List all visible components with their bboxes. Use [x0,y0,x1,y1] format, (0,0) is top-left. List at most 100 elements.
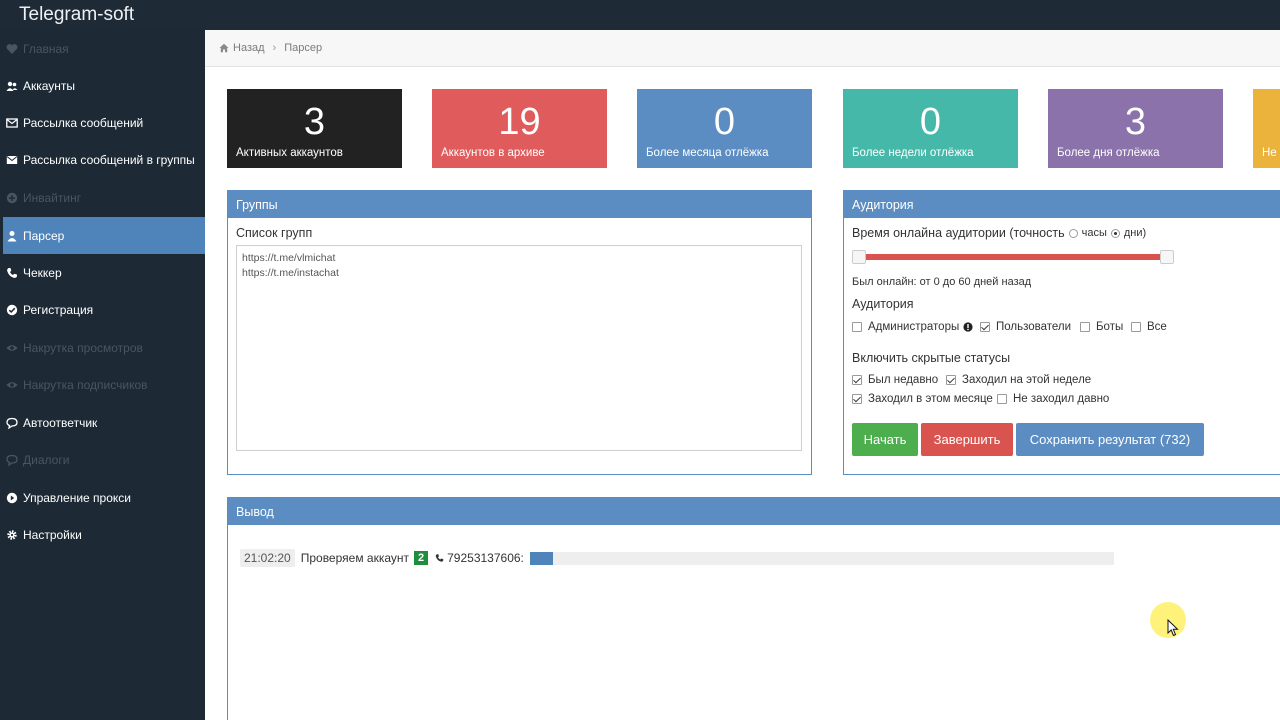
checkbox[interactable] [997,394,1007,404]
comment-icon [6,454,18,466]
checkbox[interactable] [980,322,990,332]
sidebar-item-messaging[interactable]: Рассылка сообщений [3,104,205,141]
stat-label: Не [1262,147,1277,159]
check-label: Заходил в этом месяце [868,393,993,405]
sidebar-item-group-messaging[interactable]: Рассылка сообщений в группы [3,141,205,178]
check-long-ago[interactable]: Не заходил давно [997,393,1109,405]
sidebar-item-accounts[interactable]: Аккаунты [3,67,205,104]
checkbox[interactable] [852,375,862,385]
stat-partial[interactable]: Не [1253,89,1280,168]
check-this-week[interactable]: Заходил на этой неделе [946,374,1091,386]
top-bar: Telegram-soft [0,0,1280,30]
stat-value: 0 [713,101,736,143]
check-label: Администраторы [868,321,960,333]
sidebar-item-subscribers[interactable]: Накрутка подписчиков [3,366,205,403]
sidebar-item-label: Главная [23,41,69,56]
sidebar-item-views[interactable]: Накрутка просмотров [3,329,205,366]
breadcrumb-separator: › [272,42,277,54]
panel-title: Группы [228,191,811,218]
breadcrumb: Назад › Парсер [205,30,1280,67]
log-timestamp: 21:02:20 [240,549,295,567]
mouse-cursor-icon [1167,619,1179,637]
app-title[interactable]: Telegram-soft [19,4,134,26]
user-icon [6,230,18,242]
progress-bar [530,552,1114,565]
sidebar-item-label: Управление прокси [23,490,131,505]
checkbox[interactable] [852,322,862,332]
check-circle-icon [6,304,18,316]
sidebar-item-settings[interactable]: Настройки [3,516,205,553]
sidebar-item-proxy[interactable]: Управление прокси [3,479,205,516]
sidebar-item-checker[interactable]: Чеккер [3,254,205,291]
log-message: Проверяем аккаунт [300,551,409,565]
stat-archived-accounts[interactable]: 19 Аккаунтов в архиве [432,89,607,168]
check-label: Боты [1096,321,1124,333]
stat-month-rest[interactable]: 0 Более месяца отлёжка [637,89,812,168]
check-recently[interactable]: Был недавно [852,374,938,386]
stat-label: Более недели отлёжка [852,147,974,159]
phone-icon [435,554,444,562]
panel-title: Аудитория [844,191,1280,218]
check-label: Не заходил давно [1013,393,1110,405]
sidebar-item-autoresponder[interactable]: Автоответчик [3,404,205,441]
users-icon [6,80,18,92]
radio-days[interactable] [1110,228,1120,238]
stop-button[interactable]: Завершить [921,423,1013,456]
eye-icon [6,379,18,391]
check-users[interactable]: Пользователи [980,321,1071,333]
check-this-month[interactable]: Заходил в этом месяце [852,393,993,405]
sidebar-item-parser[interactable]: Парсер [3,217,205,254]
check-bots[interactable]: Боты [1080,321,1123,333]
heart-icon [6,43,18,55]
save-results-button[interactable]: Сохранить результат (732) [1016,423,1204,456]
checkbox[interactable] [946,375,956,385]
groups-list-label: Список групп [236,226,313,240]
hidden-statuses-label: Включить скрытые статусы [852,351,1011,365]
online-time-row: Время онлайна аудитории (точность часы д… [852,226,1146,240]
stat-week-rest[interactable]: 0 Более недели отлёжка [843,89,1018,168]
home-icon [219,43,229,53]
panel-title: Вывод [228,498,1280,525]
account-number-badge: 2 [414,551,429,565]
slider-handle-min[interactable] [852,250,866,264]
sidebar-item-inviting[interactable]: Инвайтинг [3,179,205,216]
info-icon[interactable] [963,322,973,332]
check-all[interactable]: Все [1131,321,1167,333]
checkbox[interactable] [1131,322,1141,332]
sidebar-item-home[interactable]: Главная [3,30,205,67]
sidebar-item-label: Чеккер [23,265,62,280]
slider-handle-max[interactable] [1160,250,1174,264]
breadcrumb-back-link[interactable]: Назад [233,42,265,54]
check-admins[interactable]: Администраторы [852,321,973,333]
log-entry: 21:02:20 Проверяем аккаунт 2 79253137606… [240,549,524,567]
sidebar-item-label: Регистрация [23,302,94,317]
eye-icon [6,342,18,354]
groups-list-textarea[interactable]: https://t.me/vlmichat https://t.me/insta… [236,245,802,451]
stat-label: Аккаунтов в архиве [441,147,545,159]
stat-label: Активных аккаунтов [236,147,343,159]
slider-range-bar [862,254,1164,260]
groups-list-line: https://t.me/instachat [242,267,339,279]
progress-fill [530,552,554,565]
sidebar-item-label: Диалоги [23,452,70,467]
stat-day-rest[interactable]: 3 Более дня отлёжка [1048,89,1223,168]
sidebar-item-dialogs[interactable]: Диалоги [3,441,205,478]
online-range-slider[interactable] [852,250,1174,264]
comment-icon [6,417,18,429]
sidebar-item-label: Рассылка сообщений [23,115,144,130]
sidebar-item-registration[interactable]: Регистрация [3,291,205,328]
stat-value: 19 [498,101,541,143]
sidebar-item-label: Накрутка просмотров [23,340,143,355]
checkbox[interactable] [852,394,862,404]
online-range-text: Был онлайн: от 0 до 60 дней назад [852,276,1032,288]
sidebar-item-label: Автоответчик [23,415,98,430]
checkbox[interactable] [1080,322,1090,332]
output-panel: Вывод 21:02:20 Проверяем аккаунт 2 79253… [227,497,1280,720]
sidebar-item-label: Рассылка сообщений в группы [23,152,195,167]
stat-value: 0 [919,101,942,143]
check-label: Был недавно [868,374,939,386]
log-phone: 79253137606: [447,551,524,565]
radio-hours[interactable] [1068,228,1078,238]
stat-active-accounts[interactable]: 3 Активных аккаунтов [227,89,402,168]
start-button[interactable]: Начать [852,423,918,456]
